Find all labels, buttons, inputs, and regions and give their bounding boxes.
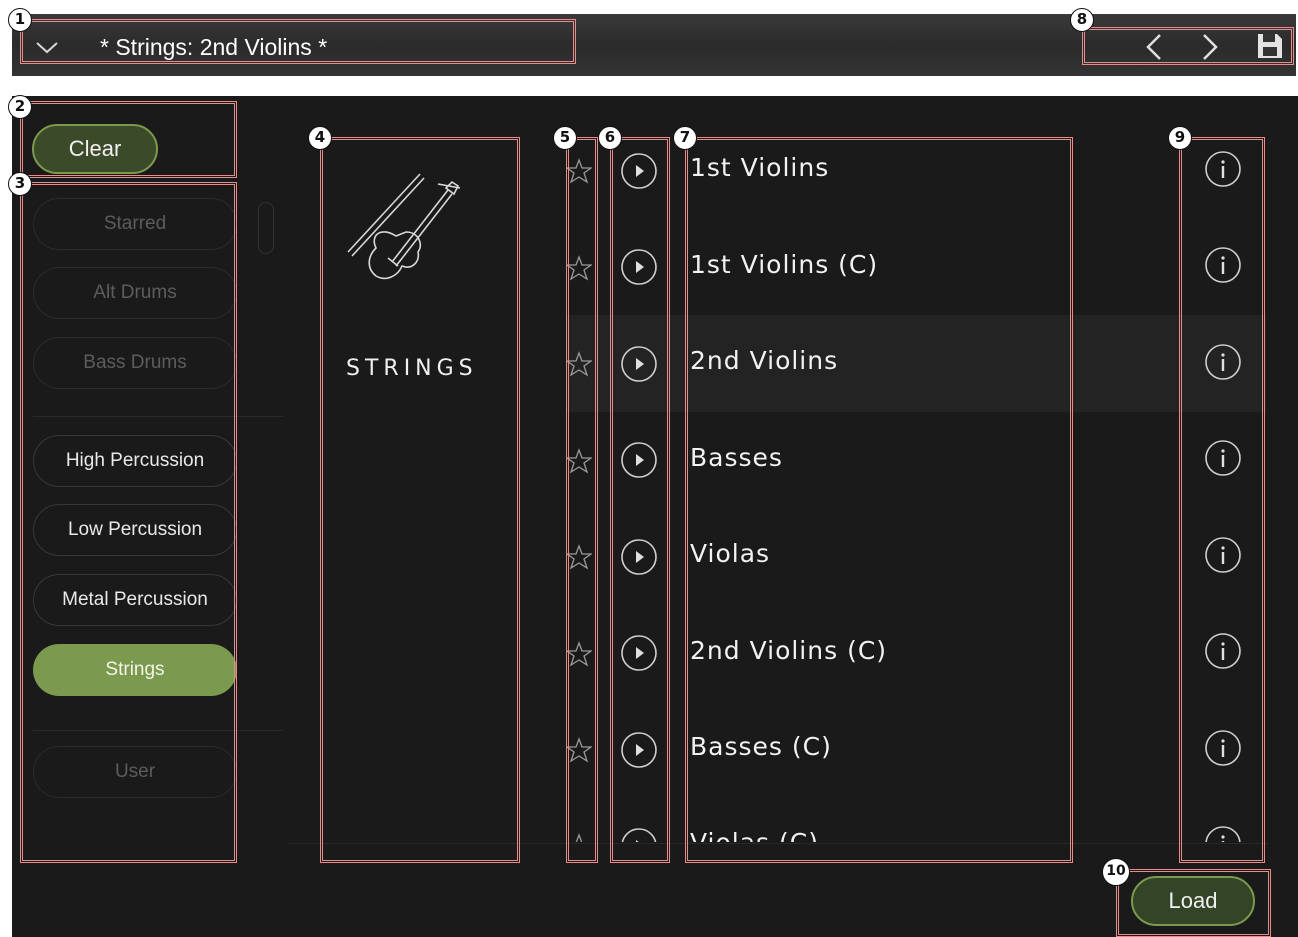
callout-badge: 9 — [1168, 126, 1192, 150]
annotation-box — [320, 137, 520, 863]
callout-badge: 3 — [8, 172, 32, 196]
annotation-box — [1116, 869, 1271, 937]
callout-badge: 7 — [673, 126, 697, 150]
callout-badge: 1 — [8, 8, 32, 32]
annotation-box — [20, 182, 237, 863]
filter-scrollbar[interactable] — [258, 202, 274, 254]
callout-badge: 6 — [598, 126, 622, 150]
annotation-box — [566, 137, 598, 863]
annotation-box — [1179, 137, 1265, 863]
annotation-box — [1082, 27, 1294, 65]
callout-badge: 5 — [553, 126, 577, 150]
annotation-box — [685, 137, 1073, 863]
annotation-box — [20, 19, 576, 64]
callout-badge: 2 — [8, 95, 32, 119]
callout-badge: 10 — [1102, 858, 1130, 886]
annotation-box — [20, 101, 237, 178]
callout-badge: 8 — [1070, 8, 1094, 32]
annotation-box — [610, 137, 670, 863]
callout-badge: 4 — [308, 126, 332, 150]
